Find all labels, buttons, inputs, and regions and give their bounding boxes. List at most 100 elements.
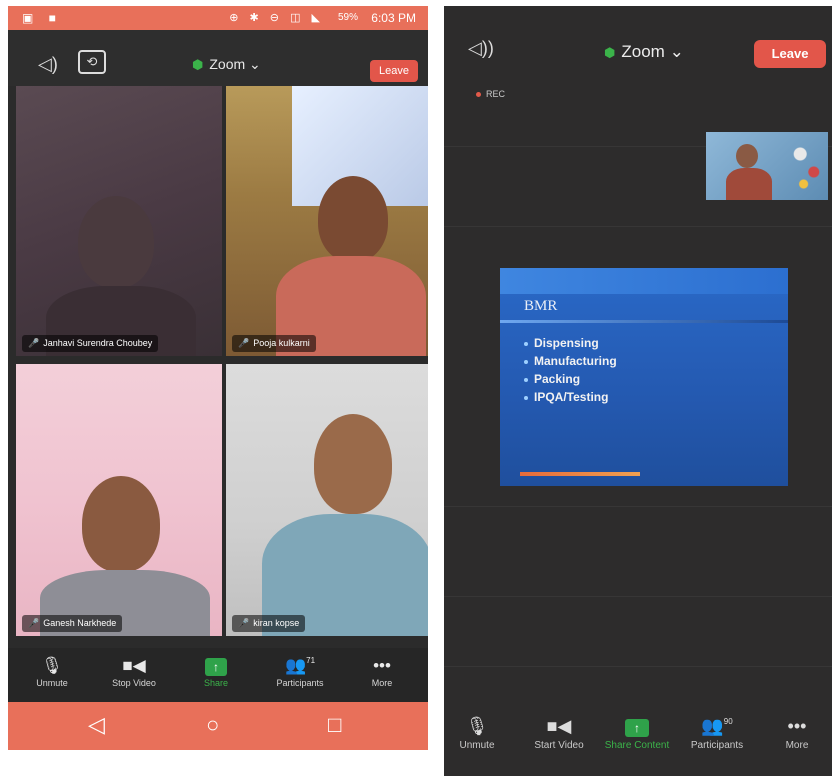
meeting-title[interactable]: ⬢ Zoom ⌄	[604, 42, 684, 62]
camera-flip-icon[interactable]: ⟲	[78, 50, 106, 74]
participant-name: Pooja kulkarni	[253, 338, 310, 348]
bullet-text: Dispensing	[534, 336, 599, 350]
bullet-dot-icon	[524, 377, 528, 382]
mic-muted-icon: 🎙	[465, 716, 489, 736]
meeting-title-text: Zoom	[209, 56, 246, 72]
slide-divider	[500, 320, 788, 323]
unmute-button[interactable]: 🎙 Unmute	[12, 654, 92, 688]
video-tile[interactable]: 🎤 Pooja kulkarni	[226, 86, 428, 356]
status-left-icons: ▣ ■	[22, 11, 62, 25]
video-tile[interactable]: 🎤 Janhavi Surendra Choubey	[16, 86, 222, 356]
participants-count: 71	[306, 656, 316, 665]
more-label: More	[371, 678, 393, 688]
mic-muted-icon: 🎙	[41, 656, 63, 675]
participants-label: Participants	[690, 740, 744, 751]
mic-muted-icon: 🎤	[238, 618, 250, 628]
battery-level: 59%	[337, 12, 358, 23]
scanline	[444, 666, 832, 667]
mic-muted-icon: 🎤	[238, 338, 250, 348]
participants-count: 90	[723, 717, 733, 726]
shield-icon: ⬢	[604, 45, 616, 60]
participants-button[interactable]: 👥71 Participants	[260, 654, 340, 688]
unmute-button[interactable]: 🎙 Unmute	[444, 712, 522, 751]
participant-video	[78, 196, 154, 288]
participant-name: Janhavi Surendra Choubey	[43, 338, 153, 348]
slide-bullet: Dispensing	[524, 334, 617, 352]
unmute-label: Unmute	[459, 740, 495, 751]
participant-video	[318, 176, 388, 262]
more-icon: •••	[373, 656, 391, 675]
bullet-text: Packing	[534, 372, 581, 386]
more-icon: •••	[787, 716, 807, 736]
share-label: Share	[203, 678, 229, 688]
participants-icon: 👥	[701, 716, 724, 736]
more-button[interactable]: ••• More	[752, 712, 832, 751]
slide-title: BMR	[524, 298, 558, 314]
bullet-text: Manufacturing	[534, 354, 617, 368]
unmute-label: Unmute	[36, 678, 68, 688]
bullet-dot-icon	[524, 359, 528, 364]
presenter-thumbnail[interactable]	[706, 132, 828, 200]
slide-bullet: Packing	[524, 370, 617, 388]
more-button[interactable]: ••• More	[342, 654, 422, 688]
shield-icon: ⬢	[192, 57, 204, 72]
leave-button[interactable]: Leave	[754, 40, 826, 68]
slide-footer-bar	[520, 472, 640, 476]
participant-video	[314, 414, 392, 514]
mic-muted-icon: 🎤	[28, 338, 40, 348]
participants-button[interactable]: 👥90 Participants	[672, 712, 762, 751]
video-tile[interactable]: 🎤 kiran kopse	[226, 364, 428, 636]
chevron-down-icon: ⌄	[249, 56, 261, 72]
scanline	[444, 226, 832, 227]
meeting-title-text: Zoom	[621, 42, 665, 61]
scanline	[444, 506, 832, 507]
slide-header-band	[500, 268, 788, 294]
recents-nav-icon[interactable]: □	[328, 712, 341, 738]
share-button[interactable]: ↑ Share	[176, 654, 256, 688]
participant-name-tag: 🎤 Ganesh Narkhede	[22, 615, 123, 632]
mic-muted-icon: 🎤	[28, 618, 40, 628]
participant-name: kiran kopse	[253, 618, 300, 628]
start-video-button[interactable]: ■◀ Start Video	[514, 712, 604, 751]
status-time: 6:03 PM	[371, 11, 416, 25]
presenter-head	[736, 144, 758, 168]
shared-slide[interactable]: BMR Dispensing Manufacturing Packing IPQ…	[500, 268, 788, 486]
video-tile[interactable]: 🎤 Ganesh Narkhede	[16, 364, 222, 636]
participant-name-tag: 🎤 kiran kopse	[232, 615, 306, 632]
speaker-icon[interactable]: ◁))	[468, 38, 494, 59]
meeting-header: ◁) ⟲ ⬢ Zoom ⌄ Leave	[8, 30, 428, 86]
start-video-label: Start Video	[534, 740, 584, 751]
video-icon: ■◀	[122, 656, 146, 675]
background-decor	[790, 136, 824, 196]
share-icon: ↑	[625, 719, 649, 737]
bullet-dot-icon	[524, 395, 528, 400]
left-phone-screen: ▣ ■ ⊕ ✱ ⊖ ◫ ◣ 59% 6:03 PM ◁) ⟲ ⬢ Zoom ⌄ L…	[8, 6, 428, 750]
status-bar: ▣ ■ ⊕ ✱ ⊖ ◫ ◣ 59% 6:03 PM	[8, 6, 428, 30]
scanline	[444, 596, 832, 597]
more-label: More	[785, 740, 809, 751]
stop-video-button[interactable]: ■◀ Stop Video	[94, 654, 174, 688]
rec-dot-icon	[476, 92, 481, 98]
presenter-body	[726, 168, 772, 200]
slide-bullets: Dispensing Manufacturing Packing IPQA/Te…	[524, 334, 617, 406]
bullet-text: IPQA/Testing	[534, 390, 609, 404]
share-icon: ↑	[205, 658, 227, 676]
participants-icon: 👥	[284, 656, 307, 675]
android-nav-bar: ◁ ○ □	[8, 702, 428, 750]
home-nav-icon[interactable]: ○	[206, 712, 219, 738]
speaker-icon[interactable]: ◁)	[38, 54, 58, 75]
status-right-icons: ⊕ ✱ ⊖ ◫ ◣	[229, 12, 324, 24]
slide-bullet: IPQA/Testing	[524, 388, 617, 406]
share-content-label: Share Content	[604, 740, 670, 751]
meeting-toolbar: 🎙 Unmute ■◀ Start Video ↑ Share Content …	[444, 706, 832, 766]
participants-label: Participants	[276, 678, 324, 688]
leave-button[interactable]: Leave	[370, 60, 418, 82]
recording-indicator: REC	[476, 89, 505, 99]
participant-video	[82, 476, 160, 572]
meeting-title[interactable]: ⬢ Zoom ⌄	[192, 56, 261, 73]
video-off-icon: ■◀	[546, 716, 572, 736]
back-nav-icon[interactable]: ◁	[88, 712, 105, 738]
bullet-dot-icon	[524, 341, 528, 346]
meeting-toolbar: 🎙 Unmute ■◀ Stop Video ↑ Share 👥71 Parti…	[8, 648, 428, 704]
share-content-button[interactable]: ↑ Share Content	[592, 712, 682, 751]
